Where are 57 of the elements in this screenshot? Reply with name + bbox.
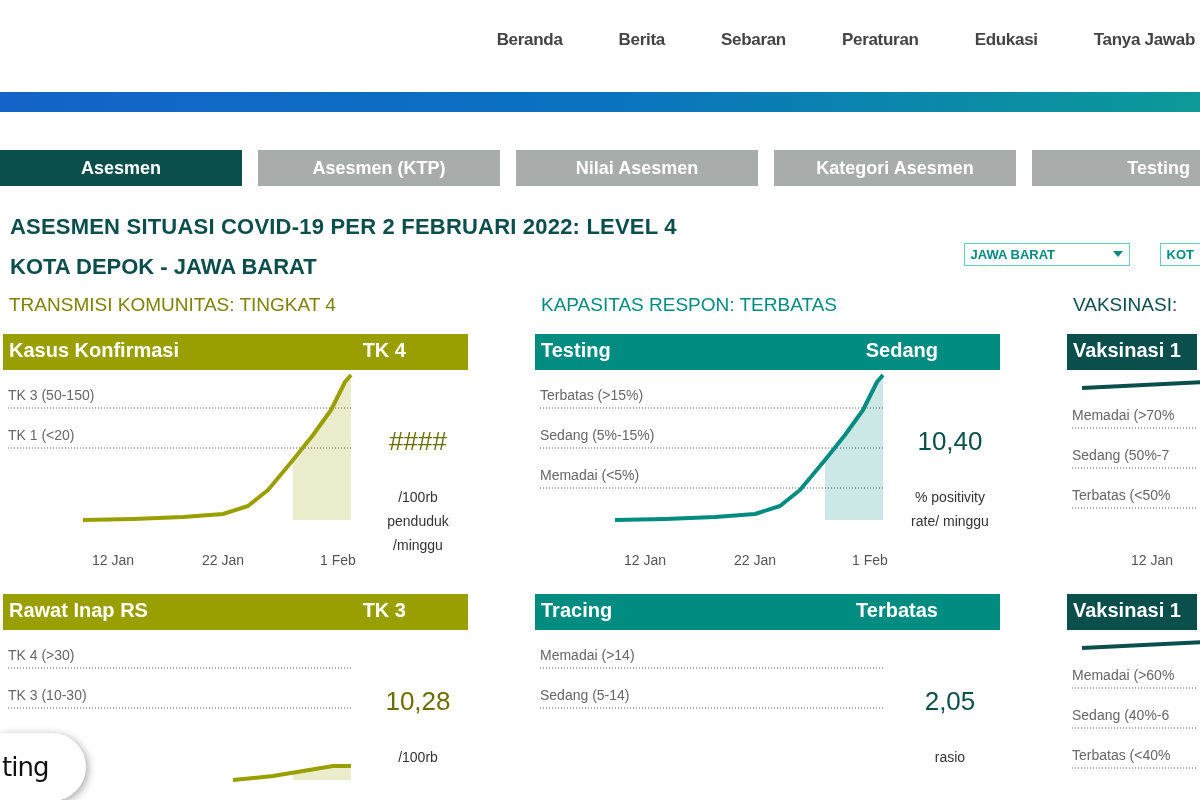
threshold-label: TK 4 (>30) (8, 647, 75, 663)
metric-value: 10,28 (385, 686, 451, 717)
highlight-area (293, 766, 351, 780)
section-heading: KAPASITAS RESPON: TERBATAS (541, 294, 838, 316)
card-title: Vaksinasi 1 (1073, 599, 1181, 623)
threshold-label: Terbatas (>15%) (540, 387, 644, 403)
floating-button[interactable]: ting (0, 733, 86, 800)
threshold-label: Memadai (>14) (540, 647, 635, 663)
date-label: 12 Jan (624, 552, 666, 568)
status-label: Sedang (865, 339, 938, 363)
card-title: Testing (541, 339, 611, 363)
threshold-label: Sedang (5-14) (540, 687, 630, 703)
metric-value: 10,40 (917, 426, 983, 457)
nav-link[interactable]: Sebaran (720, 30, 786, 50)
metric-value: 2,05 (924, 686, 976, 717)
threshold-label: Terbatas (<40% (1072, 747, 1171, 763)
card-title: Kasus Konfirmasi (9, 339, 180, 363)
threshold-label: TK 3 (10-30) (8, 687, 87, 703)
threshold-label: Sedang (50%-7 (1072, 447, 1170, 463)
card-title: Vaksinasi 1 (1073, 339, 1181, 363)
date-label: 12 Jan (1131, 552, 1173, 568)
nav-link[interactable]: Berita (618, 30, 665, 50)
metric-unit: /100rb penduduk /minggu (386, 488, 450, 555)
date-label: 1 Feb (852, 552, 888, 568)
nav-link[interactable]: Tanya Jawab (1093, 30, 1195, 50)
section-heading: TRANSMISI KOMUNITAS: TINGKAT 4 (9, 294, 337, 316)
status-label: Terbatas (856, 599, 938, 623)
status-label: TK 3 (362, 599, 406, 623)
card-title: Tracing (541, 599, 613, 623)
threshold-label: Memadai (>60% (1072, 667, 1175, 683)
caret-icon (1112, 251, 1123, 257)
date-label: 22 Jan (202, 552, 244, 568)
tab[interactable]: Asesmen (0, 150, 242, 186)
threshold-label: Memadai (>70% (1072, 407, 1175, 423)
date-label: 22 Jan (734, 552, 776, 568)
region-dropdown[interactable]: KOT (1159, 242, 1200, 266)
metric-value: #### (389, 426, 447, 457)
section-heading: VAKSINASI: (1073, 294, 1179, 316)
metric-unit: /100rb (398, 748, 438, 767)
threshold-label: Terbatas (<50% (1072, 487, 1171, 503)
page-title: ASESMEN SITUASI COVID-19 PER 2 FEBRUARI 2022: LEVEL 4 (10, 214, 678, 240)
card-title: Rawat Inap RS (9, 599, 148, 623)
threshold-label: TK 1 (<20) (8, 427, 75, 443)
threshold-label: Sedang (5%-15%) (540, 427, 655, 443)
metric-unit: % positivity rate/ minggu (910, 488, 990, 531)
status-label: TK 4 (362, 339, 406, 363)
date-label: 12 Jan (92, 552, 134, 568)
threshold-label: TK 3 (50-150) (8, 387, 95, 403)
region-dropdown[interactable]: JAWA BARAT (963, 242, 1130, 266)
threshold-label: Memadai (<5%) (540, 467, 640, 483)
metric-unit: rasio (934, 748, 966, 767)
nav-link[interactable]: Edukasi (974, 30, 1038, 50)
page-subtitle: KOTA DEPOK - JAWA BARAT (10, 254, 318, 280)
nav-link[interactable]: Beranda (496, 30, 563, 50)
date-label: 1 Feb (320, 552, 356, 568)
nav-link[interactable]: Peraturan (841, 30, 919, 50)
threshold-label: Sedang (40%-6 (1072, 707, 1170, 723)
